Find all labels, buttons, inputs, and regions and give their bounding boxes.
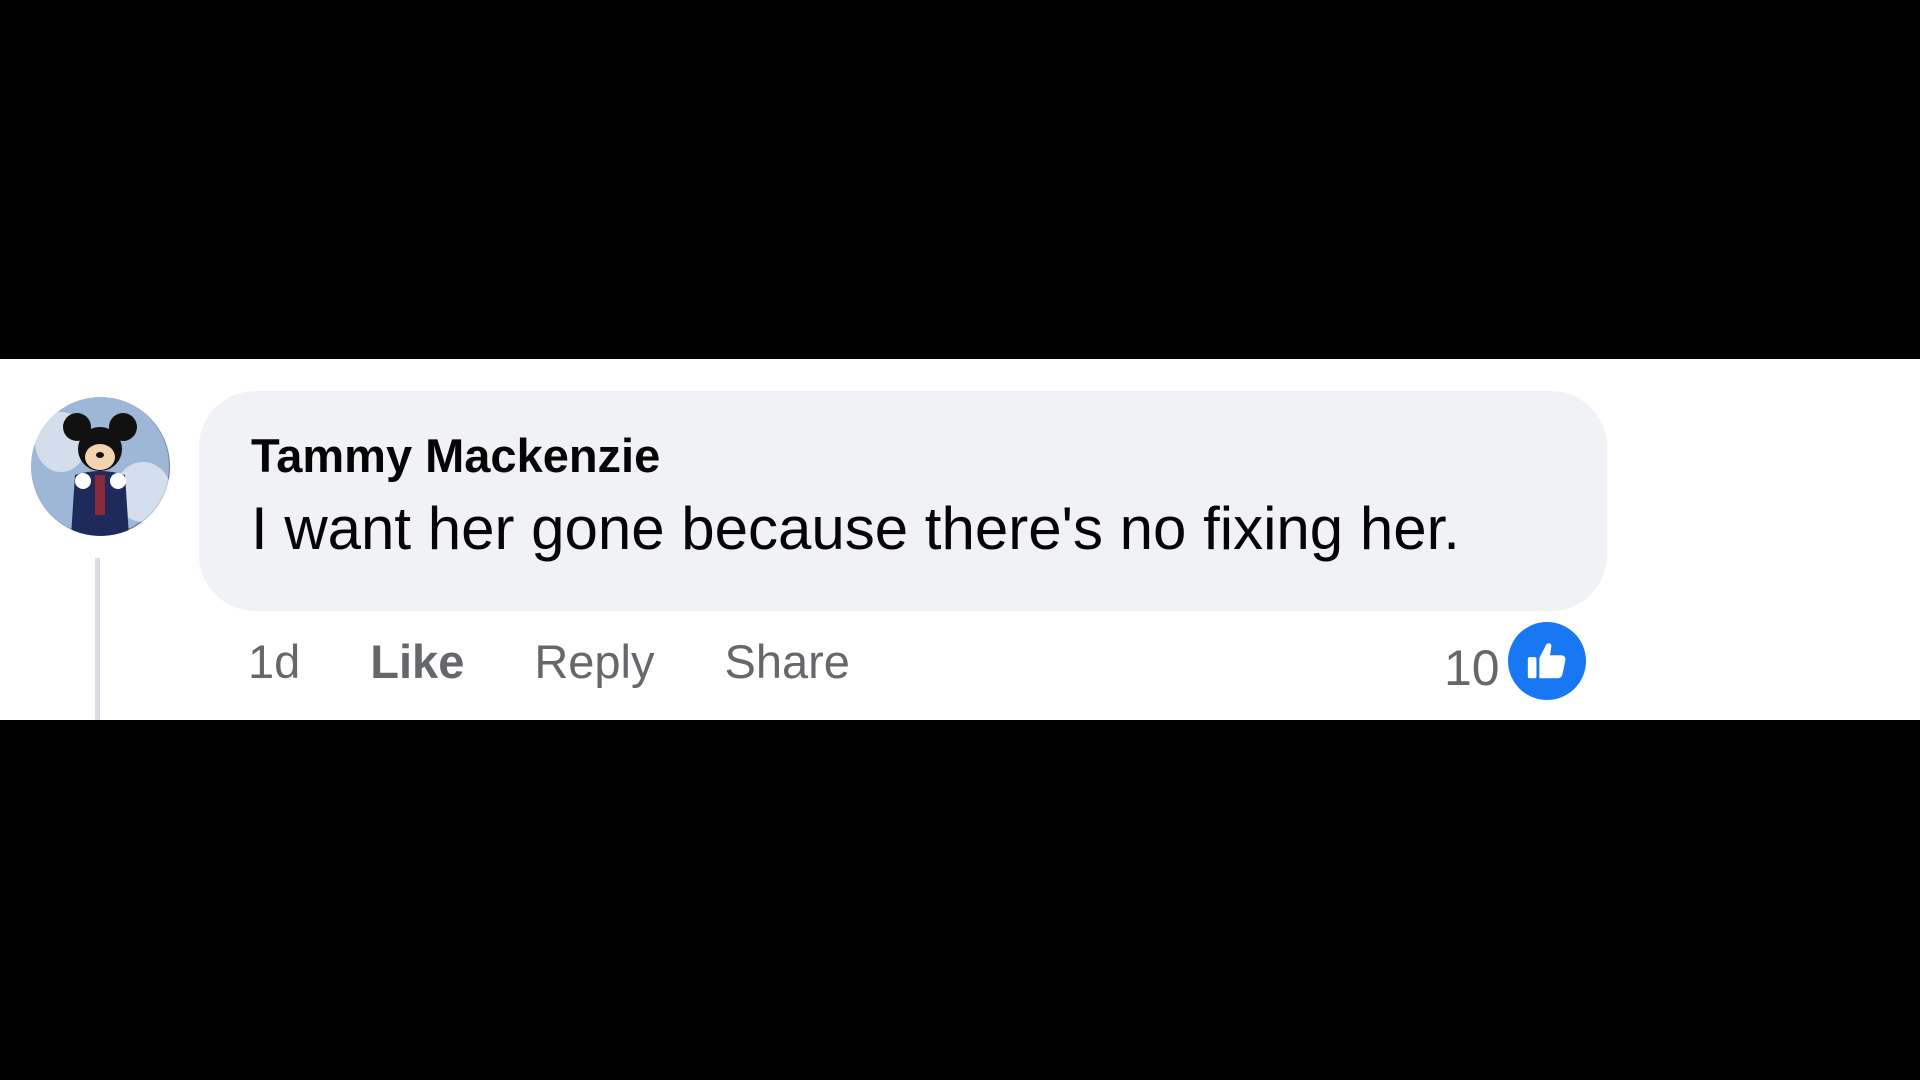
- comment-author[interactable]: Tammy Mackenzie: [251, 429, 1607, 483]
- reply-button[interactable]: Reply: [534, 632, 654, 692]
- thumbs-up-glyph: [1527, 643, 1566, 679]
- screen: Tammy Mackenzie I want her gone because …: [0, 0, 1920, 1080]
- thumbs-up-icon: [1507, 622, 1586, 700]
- comment-bubble: Tammy Mackenzie I want her gone because …: [199, 391, 1607, 611]
- thread-line: [95, 558, 100, 720]
- like-button[interactable]: Like: [370, 632, 464, 692]
- comment-text: I want her gone because there's no fixin…: [251, 495, 1460, 562]
- reaction-summary[interactable]: 10: [1444, 621, 1586, 701]
- reaction-count: 10: [1444, 640, 1500, 696]
- comment-row: Tammy Mackenzie I want her gone because …: [0, 359, 1920, 720]
- avatar[interactable]: [31, 397, 170, 536]
- comment-actions: 1d Like Reply Share: [248, 632, 920, 692]
- avatar-image: [31, 397, 170, 536]
- share-button[interactable]: Share: [725, 632, 850, 692]
- comment-timestamp[interactable]: 1d: [248, 632, 300, 692]
